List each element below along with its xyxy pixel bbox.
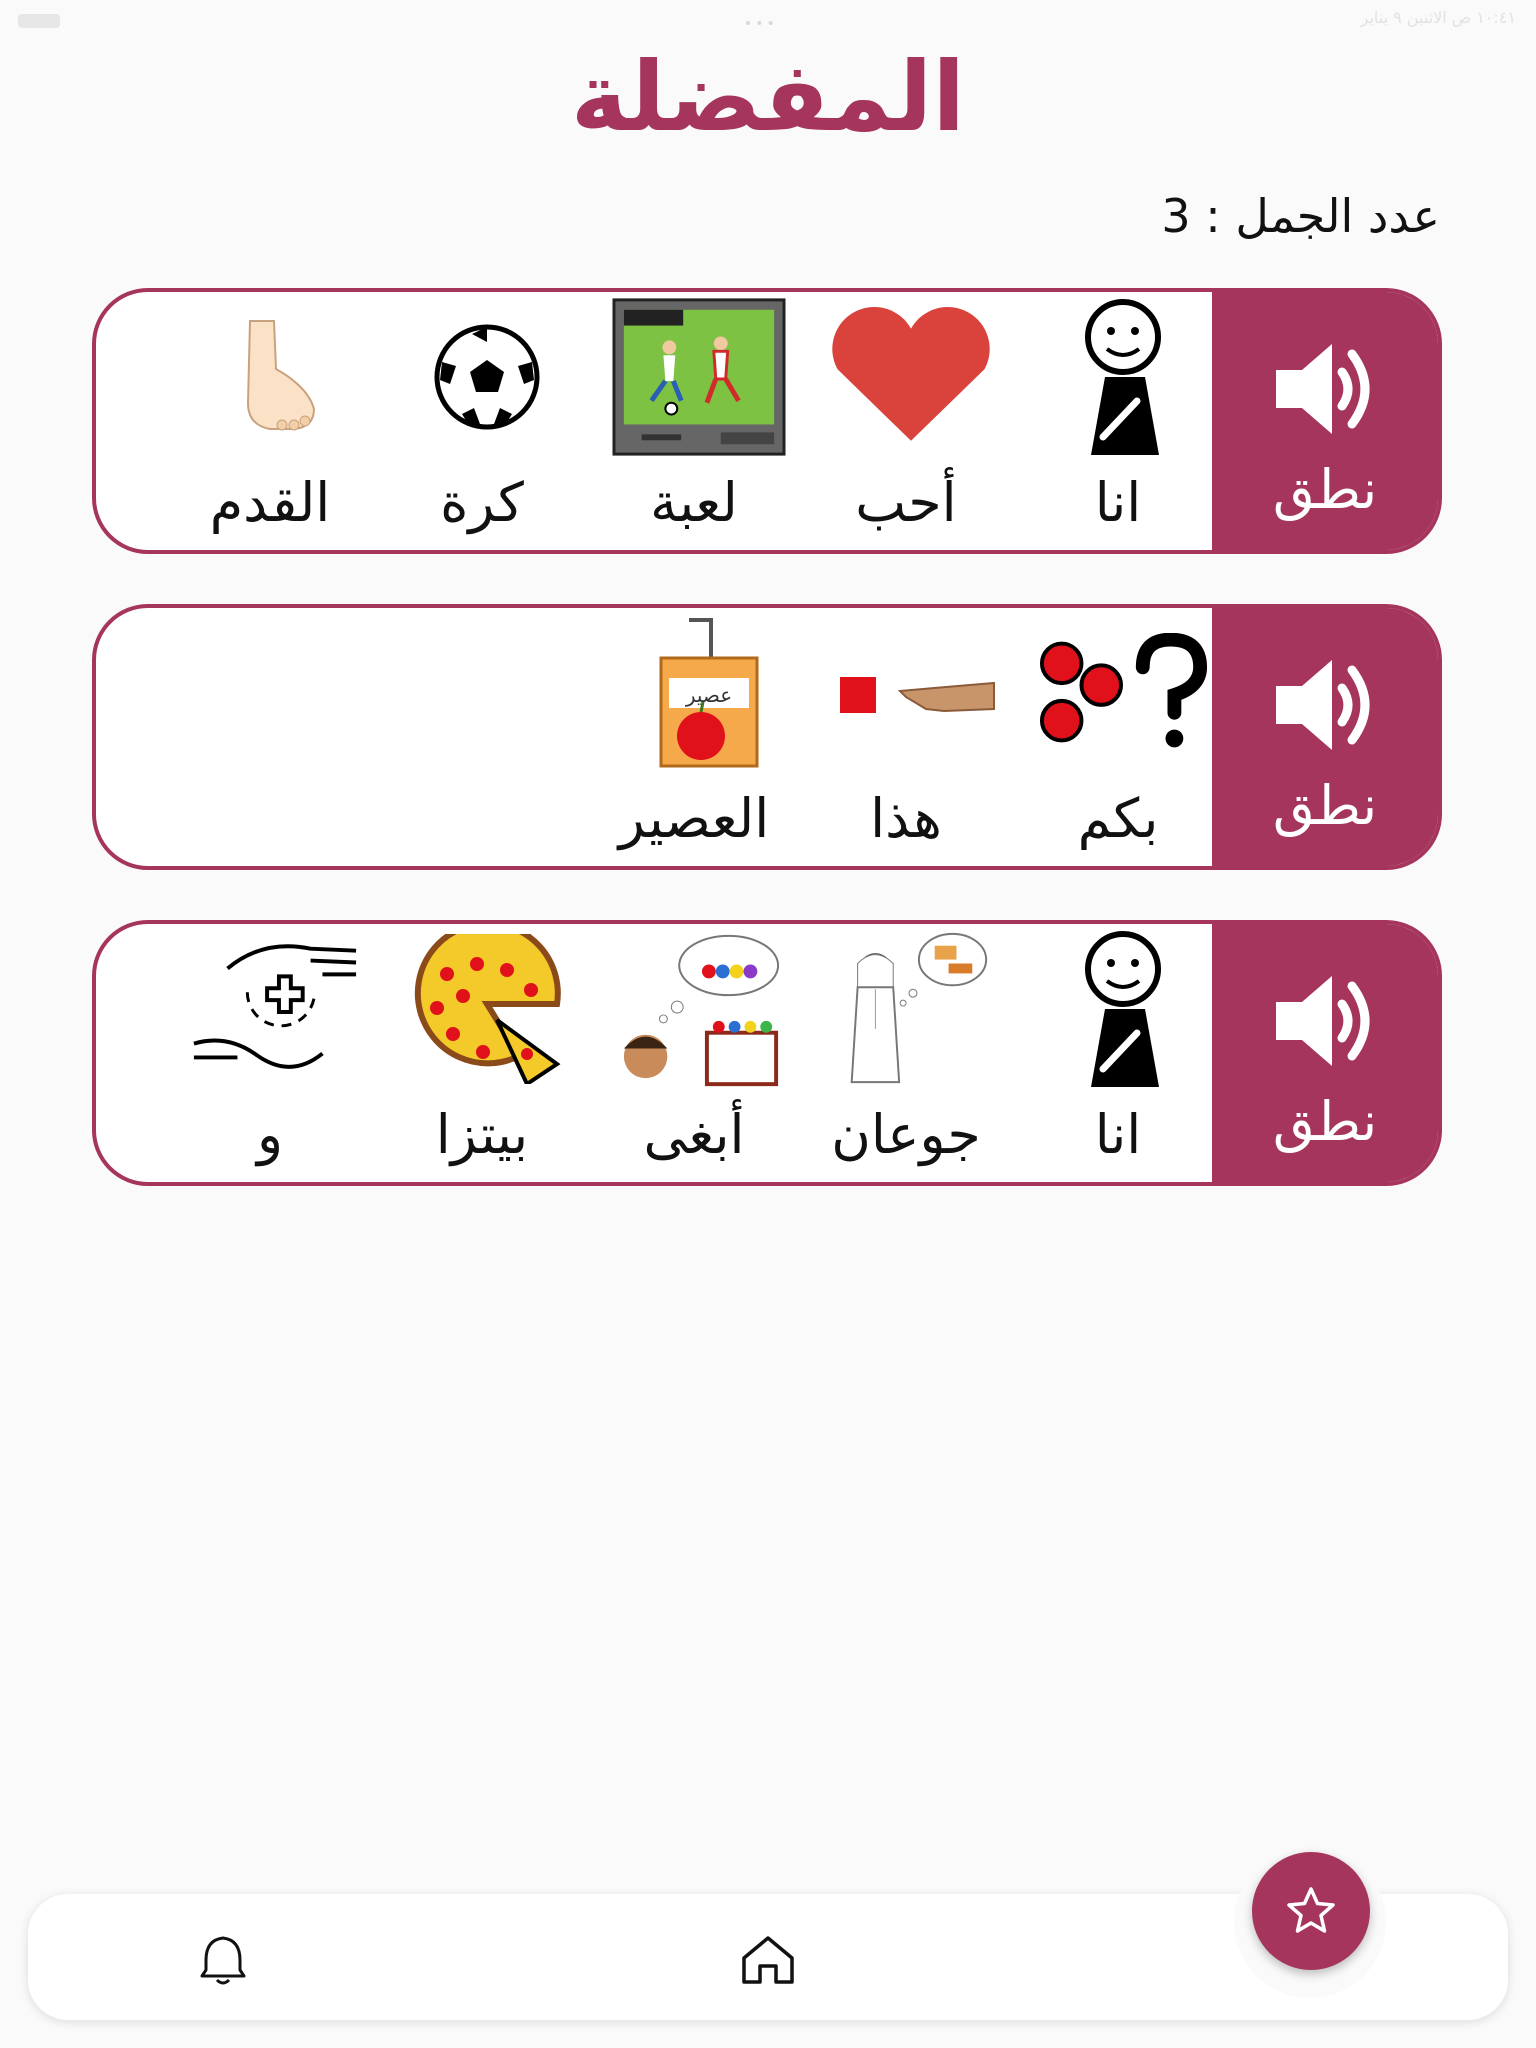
word-label: العصير	[618, 787, 770, 850]
speaker-icon	[1276, 976, 1370, 1066]
word-label: انا	[1094, 471, 1142, 534]
battery-icon	[18, 14, 60, 28]
word-card[interactable]: و	[172, 924, 368, 1182]
speaker-icon	[1276, 344, 1370, 434]
speak-button[interactable]: نطق	[1212, 608, 1438, 866]
favorites-button[interactable]	[1252, 1852, 1370, 1970]
word-label: هذا	[870, 787, 942, 850]
word-card[interactable]: هذا	[808, 608, 1004, 866]
word-card[interactable]: عصير العصير	[596, 608, 792, 866]
sentence-card[interactable]: نطق بكم هذا عصير العصير	[92, 604, 1442, 870]
home-icon[interactable]	[740, 1934, 796, 1986]
how-many-icon	[1036, 612, 1210, 774]
self-pictogram-icon	[1036, 296, 1210, 458]
heart-icon	[824, 296, 998, 458]
sentence-card[interactable]: نطق انا جوعان أبغى بيتزا و	[92, 920, 1442, 1186]
want-icon	[612, 928, 786, 1090]
word-card[interactable]: أحب	[808, 292, 1004, 550]
status-bar: ••• ١٠:٤١ ص الاثنين ٩ يناير	[0, 0, 1536, 40]
speak-label: نطق	[1272, 458, 1378, 521]
sentence-card[interactable]: نطق انا أحب لعبة كرة القدم	[92, 288, 1442, 554]
word-card[interactable]: بكم	[1020, 608, 1216, 866]
pizza-icon	[400, 928, 574, 1090]
speak-label: نطق	[1272, 1090, 1378, 1153]
multitask-dots[interactable]: •••	[744, 16, 778, 32]
word-label: بكم	[1077, 787, 1159, 850]
hungry-person-icon	[824, 928, 998, 1090]
word-card[interactable]: انا	[1020, 292, 1216, 550]
speaker-icon	[1276, 660, 1370, 750]
word-label: بيتزا	[435, 1103, 529, 1166]
word-card[interactable]: بيتزا	[384, 924, 580, 1182]
health-care-hands-icon	[188, 928, 362, 1090]
word-card[interactable]: أبغى	[596, 924, 792, 1182]
word-card[interactable]: لعبة	[596, 292, 792, 550]
speak-label: نطق	[1272, 774, 1378, 837]
word-label: و	[256, 1103, 284, 1166]
speak-button[interactable]: نطق	[1212, 924, 1438, 1182]
word-card[interactable]: القدم	[172, 292, 368, 550]
word-label: أبغى	[643, 1103, 745, 1166]
word-card[interactable]: كرة	[384, 292, 580, 550]
star-icon	[1287, 1887, 1335, 1933]
svg-text:عصير: عصير	[685, 683, 732, 707]
pointing-this-icon	[824, 612, 998, 774]
soccer-ball-icon	[400, 296, 574, 458]
status-datetime: ١٠:٤١ ص الاثنين ٩ يناير	[1360, 8, 1516, 27]
word-card[interactable]: م	[96, 924, 156, 1182]
juice-box-icon: عصير	[612, 612, 786, 774]
word-label: انا	[1094, 1103, 1142, 1166]
tv-soccer-icon	[612, 296, 786, 458]
word-card[interactable]: انا	[1020, 924, 1216, 1182]
sentence-count: عدد الجمل : 3	[1161, 189, 1440, 243]
page-title: المفضلة	[570, 41, 966, 153]
word-card[interactable]: جوعان	[808, 924, 1004, 1182]
word-label: أحب	[855, 471, 957, 534]
word-label: القدم	[209, 471, 331, 534]
bell-icon[interactable]	[200, 1934, 246, 1986]
word-label: جوعان	[831, 1103, 981, 1166]
word-label: لعبة	[650, 471, 738, 534]
word-label: م	[96, 1100, 156, 1170]
self-pictogram-icon	[1036, 928, 1210, 1090]
speak-button[interactable]: نطق	[1212, 292, 1438, 550]
foot-icon	[188, 296, 362, 458]
word-label: كرة	[440, 471, 524, 534]
